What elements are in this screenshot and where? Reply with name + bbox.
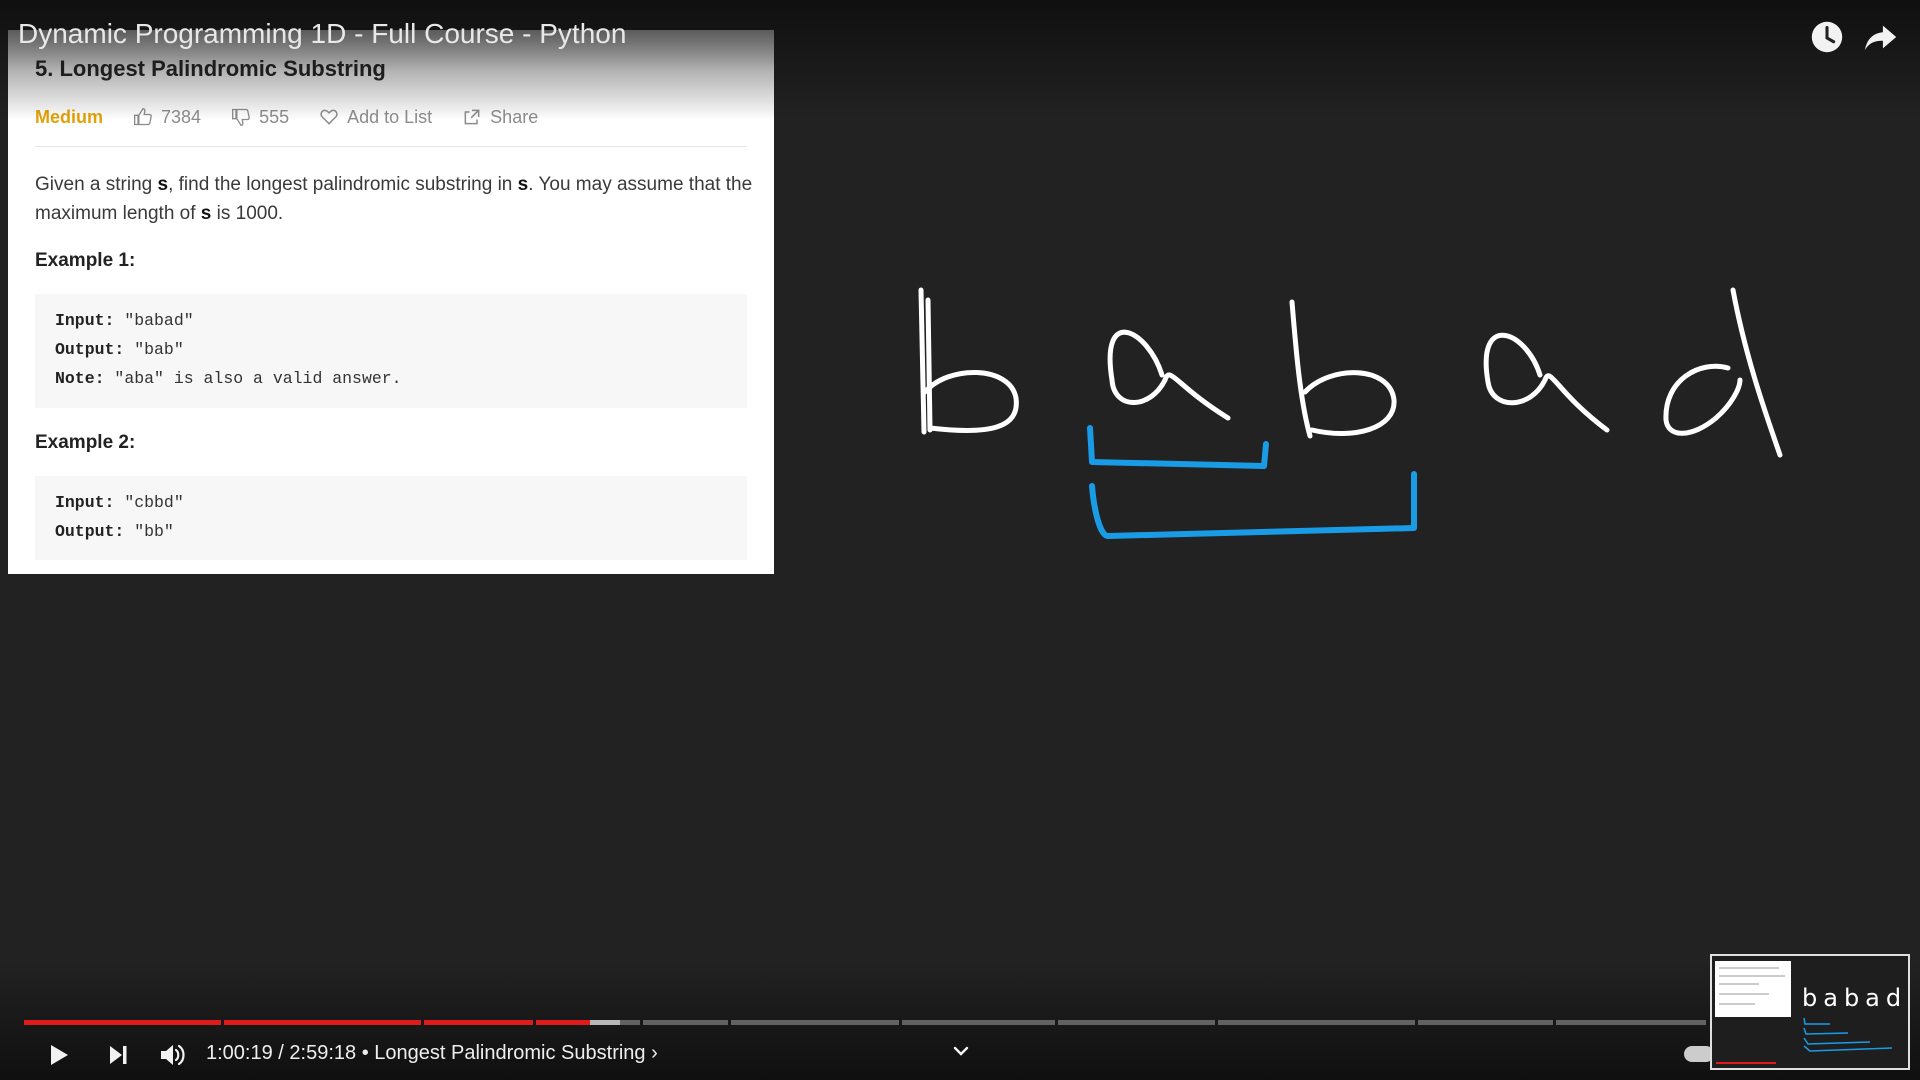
thumbnail-line <box>1719 993 1769 995</box>
progress-chapter-segment[interactable] <box>1556 1020 1706 1025</box>
add-to-list-label: Add to List <box>347 106 433 127</box>
example-1-code: Input: "babad" Output: "bab" Note: "aba"… <box>35 294 747 408</box>
handwritten-letters <box>918 287 1783 458</box>
letter-a-2 <box>1483 332 1610 433</box>
whiteboard-drawing <box>918 287 1783 539</box>
progress-bar[interactable] <box>24 1020 1709 1025</box>
like-button[interactable]: 7384 <box>133 107 201 128</box>
progress-chapter-segment[interactable] <box>1218 1020 1415 1025</box>
code-key: Input: <box>55 311 115 330</box>
code-value: "aba" is also a valid answer. <box>104 369 402 388</box>
code-key: Input: <box>55 493 115 512</box>
problem-panel: 5. Longest Palindromic Substring Medium … <box>8 30 774 574</box>
progress-buffered <box>590 1020 621 1025</box>
code-line: Output: "bb" <box>55 517 727 546</box>
desc-var: s <box>517 174 529 195</box>
dislike-button[interactable]: 555 <box>231 107 289 128</box>
preview-thumbnail[interactable]: babad <box>1710 954 1910 1070</box>
thumbs-up-icon <box>134 107 152 126</box>
add-to-list-button[interactable]: Add to List <box>319 107 432 128</box>
code-key: Note: <box>55 369 105 388</box>
volume-icon <box>161 1044 185 1066</box>
volume-button[interactable] <box>152 1035 192 1075</box>
progress-chapter-segment[interactable] <box>643 1020 728 1025</box>
progress-chapter-segment[interactable] <box>24 1020 221 1025</box>
example-2-code: Input: "cbbd" Output: "bb" <box>35 476 747 560</box>
desc-var: s <box>157 174 169 195</box>
progress-chapter-segment[interactable] <box>224 1020 421 1025</box>
desc-text: is 1000. <box>211 203 284 224</box>
letter-b-1 <box>918 287 1019 435</box>
heart-icon <box>320 109 338 125</box>
progress-played <box>424 1020 533 1025</box>
example-1-heading: Example 1: <box>35 250 136 271</box>
chapter-bullet: • <box>361 1042 369 1064</box>
play-icon <box>51 1045 68 1065</box>
progress-played <box>24 1020 221 1025</box>
problem-title: 5. Longest Palindromic Substring <box>35 56 386 81</box>
progress-chapter-segment[interactable] <box>731 1020 899 1025</box>
example-2-heading: Example 2: <box>35 432 136 453</box>
desc-text: , find the longest palindromic substring… <box>168 174 518 195</box>
share-icon[interactable] <box>1862 18 1900 56</box>
code-line: Output: "bab" <box>55 335 727 364</box>
code-key: Output: <box>55 522 125 541</box>
thumbnail-line <box>1719 1003 1755 1005</box>
code-line: Note: "aba" is also a valid answer. <box>55 364 727 393</box>
code-value: "bab" <box>124 340 184 359</box>
desc-text: Given a string <box>35 174 158 195</box>
time-display: 1:00:19 / 2:59:18 • Longest Palindromic … <box>206 1042 658 1065</box>
code-line: Input: "babad" <box>55 306 727 335</box>
thumbnail-panel <box>1715 961 1791 1017</box>
thumbnail-text: babad <box>1802 984 1908 1012</box>
thumbs-down-icon <box>232 108 250 127</box>
next-button[interactable] <box>98 1035 138 1075</box>
chapter-title[interactable]: Longest Palindromic Substring <box>374 1042 645 1064</box>
code-key: Output: <box>55 340 125 359</box>
current-time: 1:00:19 <box>206 1042 273 1064</box>
problem-share-button[interactable]: Share <box>462 107 538 128</box>
code-value: "bb" <box>124 522 174 541</box>
watch-later-icon[interactable] <box>1808 18 1846 56</box>
bracket-aba <box>1087 425 1269 469</box>
letter-d <box>1663 287 1783 458</box>
skip-next-icon <box>110 1046 127 1064</box>
progress-played <box>224 1020 421 1025</box>
dislike-count: 555 <box>259 106 290 127</box>
code-value: "babad" <box>114 311 194 330</box>
palindrome-brackets <box>1087 425 1417 539</box>
panel-divider <box>35 146 747 147</box>
share-label: Share <box>490 106 539 127</box>
bracket-babad-inner <box>1089 471 1417 539</box>
progress-chapter-segment[interactable] <box>536 1020 640 1025</box>
letter-a-1 <box>1107 329 1231 421</box>
duration: 2:59:18 <box>289 1042 357 1064</box>
share-square-icon <box>464 109 480 125</box>
thumbnail-brackets <box>1803 1017 1893 1052</box>
thumbnail-line <box>1719 967 1779 969</box>
problem-description: Given a string s, find the longest palin… <box>35 170 755 228</box>
time-separator: / <box>272 1042 290 1064</box>
code-line: Input: "cbbd" <box>55 488 727 517</box>
progress-chapter-segment[interactable] <box>1058 1020 1215 1025</box>
desc-var: s <box>200 203 212 224</box>
progress-chapter-segment[interactable] <box>1418 1020 1553 1025</box>
progress-chapter-segment[interactable] <box>902 1020 1055 1025</box>
like-count: 7384 <box>161 106 202 127</box>
play-button[interactable] <box>38 1035 78 1075</box>
thumbnail-line <box>1719 975 1785 977</box>
problem-meta-row: Medium 7384 555 Add to List Share <box>35 102 568 132</box>
progress-played <box>536 1020 591 1025</box>
thumbnail-line <box>1719 983 1759 985</box>
letter-b-2 <box>1289 299 1397 439</box>
code-value: "cbbd" <box>114 493 184 512</box>
progress-chapter-segment[interactable] <box>424 1020 533 1025</box>
chevron-down-icon[interactable] <box>950 1040 972 1062</box>
video-title[interactable]: Dynamic Programming 1D - Full Course - P… <box>18 18 626 50</box>
thumbnail-progress <box>1716 1062 1776 1064</box>
difficulty-badge: Medium <box>35 106 104 127</box>
chapter-arrow-icon[interactable]: › <box>651 1042 658 1064</box>
player-controls: 1:00:19 / 2:59:18 • Longest Palindromic … <box>0 1030 1920 1080</box>
